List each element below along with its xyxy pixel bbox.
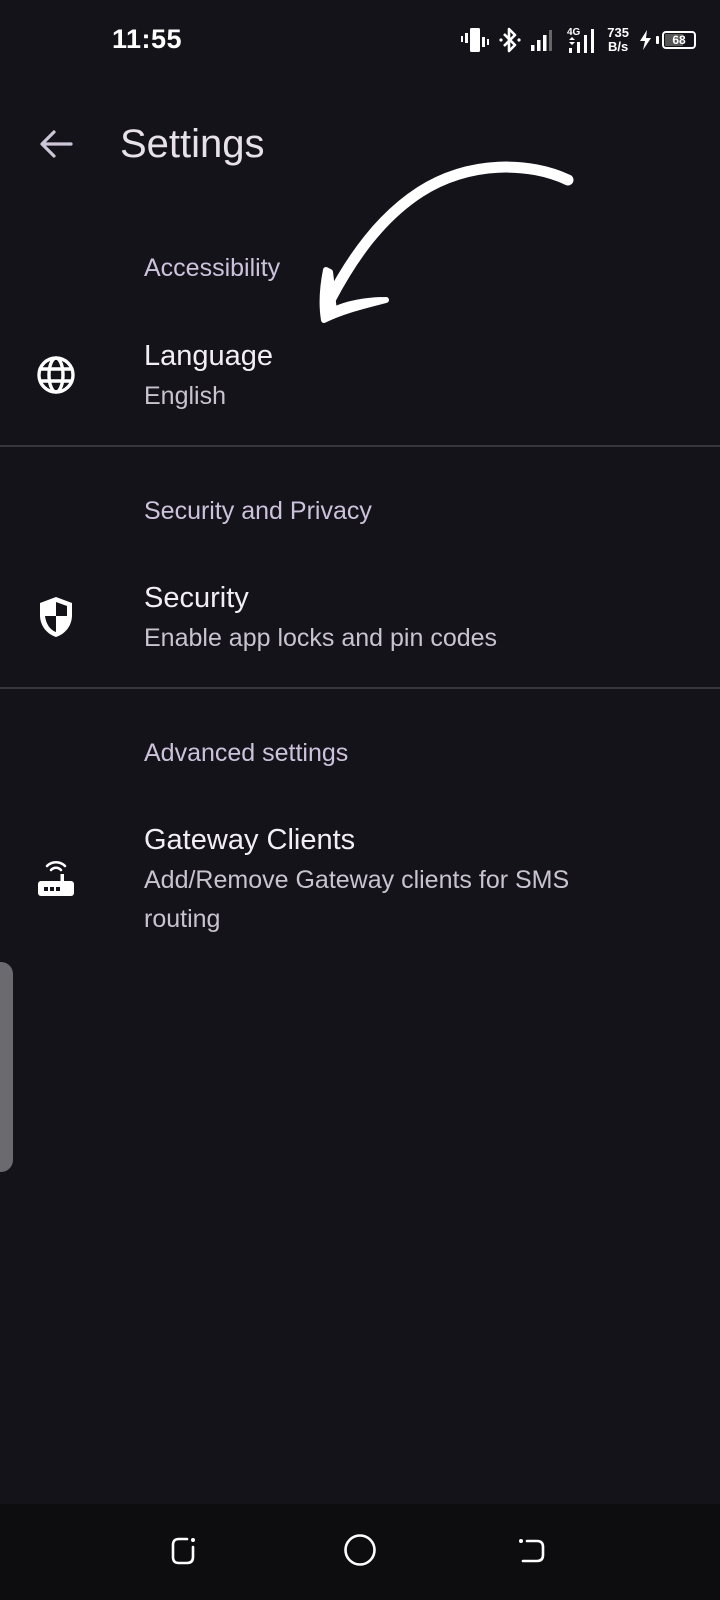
- recents-icon: [167, 1533, 201, 1572]
- nav-home-button[interactable]: [338, 1530, 382, 1574]
- app-bar: Settings: [0, 100, 720, 190]
- pref-summary: Add/Remove Gateway clients for SMS routi…: [144, 866, 570, 933]
- section-header-accessibility: Accessibility: [144, 254, 281, 282]
- bluetooth-icon: [499, 27, 521, 53]
- section-header-security-privacy: Security and Privacy: [144, 497, 372, 525]
- svg-text:4G: 4G: [567, 27, 581, 38]
- signal-sim1-icon: [531, 28, 557, 52]
- vibrate-icon: [461, 27, 490, 53]
- shield-icon: [35, 596, 77, 638]
- globe-icon: [35, 354, 77, 396]
- pref-item-language[interactable]: Language English: [0, 320, 720, 446]
- section-header-advanced: Advanced settings: [144, 739, 349, 767]
- pref-item-security[interactable]: Security Enable app locks and pin codes: [0, 562, 720, 688]
- status-bar: 11:55 4G 735 B/s 68: [0, 0, 720, 80]
- pref-title: Security: [144, 582, 249, 614]
- net-speed-value: 735: [607, 25, 629, 40]
- net-speed-unit: B/s: [608, 39, 629, 54]
- divider: [0, 445, 720, 447]
- battery-icon: 68: [662, 31, 696, 49]
- battery: 68: [639, 30, 696, 50]
- battery-level: 68: [672, 33, 686, 47]
- nav-back-button[interactable]: [510, 1530, 554, 1574]
- network-speed: 735 B/s: [607, 26, 629, 54]
- page-title: Settings: [120, 122, 265, 166]
- status-time: 11:55: [112, 24, 183, 54]
- charging-icon: [639, 30, 653, 50]
- pref-summary: Enable app locks and pin codes: [144, 624, 498, 652]
- pref-summary: English: [144, 382, 226, 410]
- battery-cap: [656, 36, 659, 44]
- status-icons: 4G 735 B/s 68: [461, 22, 696, 58]
- system-nav-bar: [0, 1504, 720, 1600]
- back-button[interactable]: [28, 118, 84, 174]
- pref-title: Language: [144, 340, 274, 372]
- back-gesture-icon: [515, 1533, 549, 1572]
- router-icon: [35, 856, 77, 898]
- pref-title: Gateway Clients: [144, 824, 356, 856]
- divider: [0, 687, 720, 689]
- arrow-back-icon: [38, 126, 74, 167]
- pref-item-gateway-clients[interactable]: Gateway Clients Add/Remove Gateway clien…: [0, 804, 720, 964]
- signal-4g-icon: 4G: [567, 26, 597, 54]
- home-icon: [343, 1533, 377, 1572]
- edge-panel-handle[interactable]: [0, 962, 13, 1172]
- nav-recents-button[interactable]: [162, 1530, 206, 1574]
